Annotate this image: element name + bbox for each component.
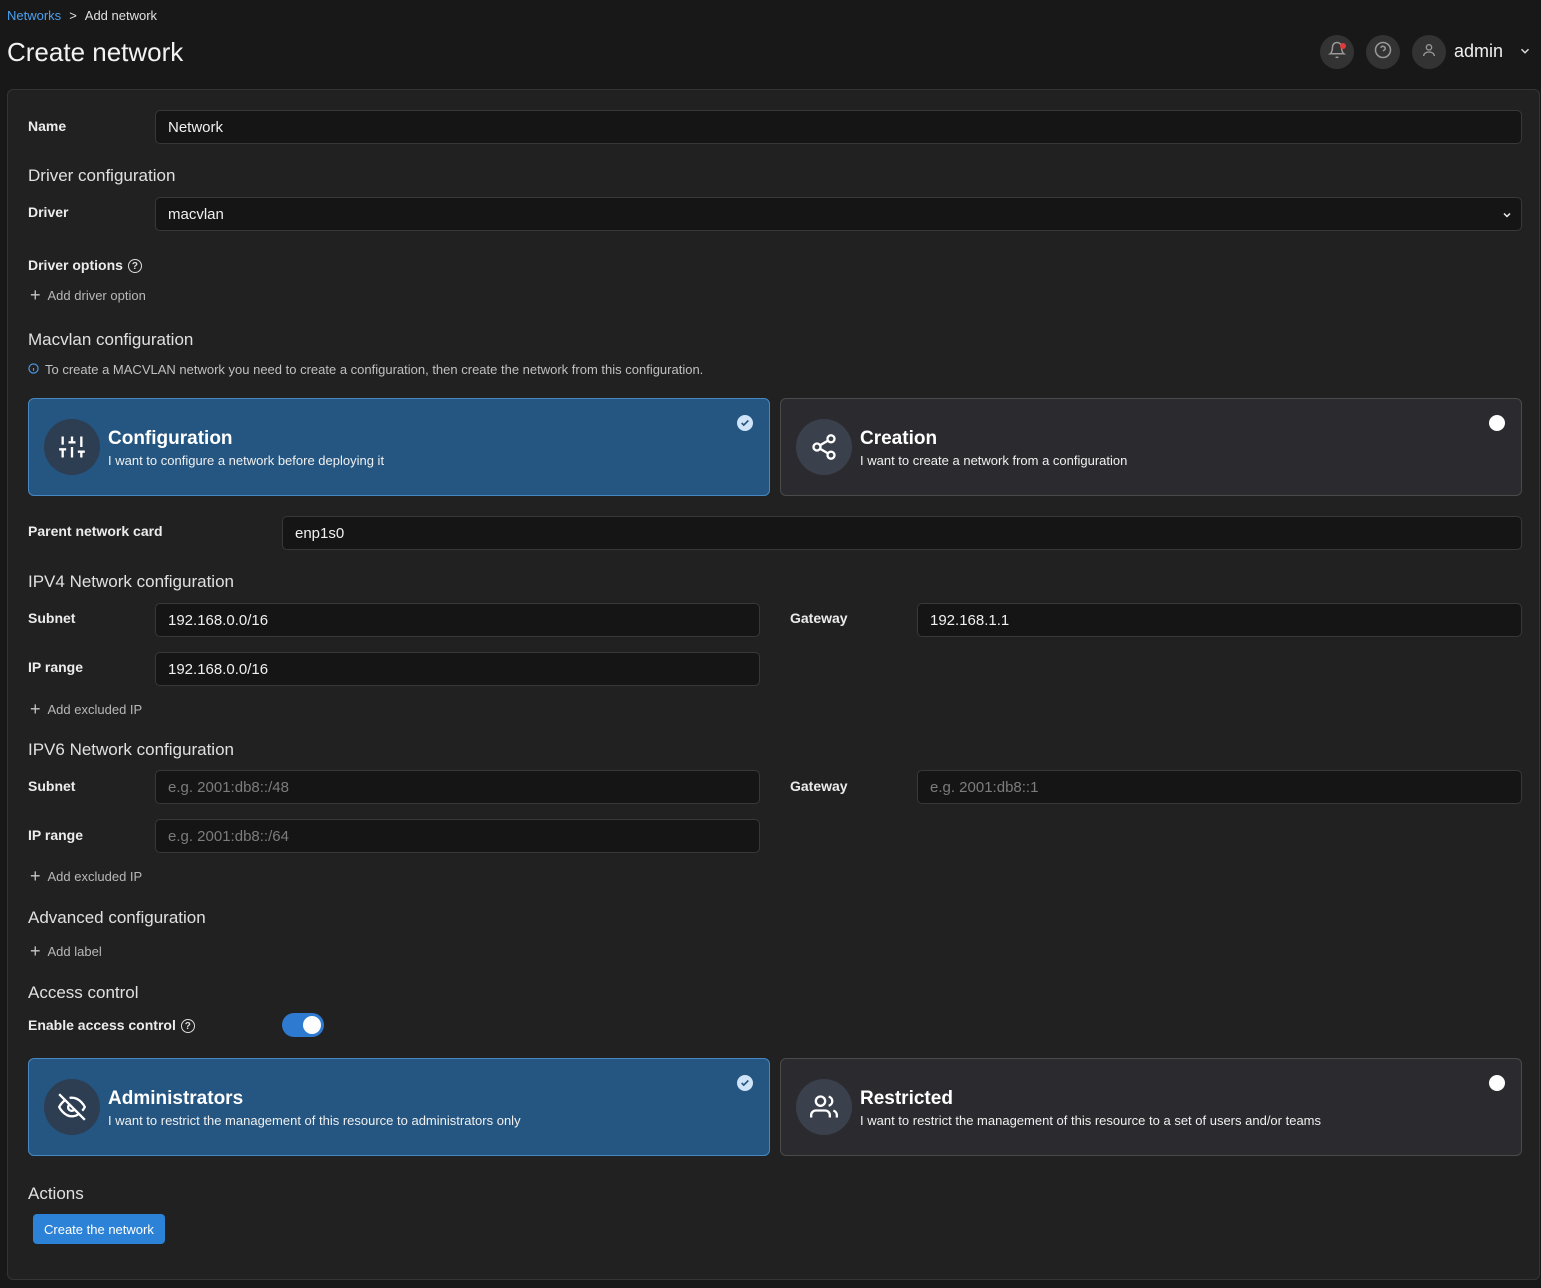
user-icon — [1421, 42, 1437, 63]
share-icon — [796, 419, 852, 475]
ipv6-range-input[interactable]: e.g. 2001:db8::/64 — [155, 819, 760, 853]
eye-off-icon — [44, 1079, 100, 1135]
add-excluded-label: Add excluded IP — [47, 701, 143, 717]
toggle-knob — [303, 1016, 321, 1034]
ipv4-section-title: IPV4 Network configuration — [28, 572, 234, 591]
chevron-down-icon — [1501, 208, 1513, 225]
actions-section-title: Actions — [28, 1184, 84, 1203]
ipv4-gateway-label: Gateway — [790, 610, 848, 626]
create-network-button[interactable]: Create the network — [33, 1214, 165, 1244]
chevron-down-icon[interactable] — [1518, 44, 1532, 63]
breadcrumb-separator: > — [69, 8, 77, 23]
add-driver-option-button[interactable]: + Add driver option — [30, 286, 146, 304]
ipv6-gateway-label: Gateway — [790, 778, 848, 794]
add-excluded-label: Add excluded IP — [47, 868, 143, 884]
card-title: Administrators — [108, 1088, 244, 1109]
macvlan-option-configuration[interactable]: Configuration I want to configure a netw… — [28, 398, 770, 496]
ipv6-subnet-input[interactable]: e.g. 2001:db8::/48 — [155, 770, 760, 804]
avatar[interactable] — [1412, 35, 1446, 69]
ipv6-section-title: IPV6 Network configuration — [28, 740, 234, 759]
radio-button[interactable] — [1489, 415, 1505, 431]
check-icon — [737, 1075, 753, 1091]
check-icon — [737, 415, 753, 431]
help-icon[interactable]: ? — [127, 259, 142, 274]
ipv4-range-label: IP range — [28, 659, 83, 675]
plus-icon: + — [30, 941, 41, 961]
sliders-icon — [44, 419, 100, 475]
driver-section-title: Driver configuration — [28, 166, 176, 185]
card-title: Creation — [860, 428, 938, 449]
parent-card-input[interactable]: enp1s0 — [282, 516, 1522, 550]
advanced-section-title: Advanced configuration — [28, 908, 206, 927]
macvlan-option-creation[interactable]: Creation I want to create a network from… — [780, 398, 1522, 496]
access-toggle-text: Enable access control — [28, 1017, 176, 1033]
access-toggle-label: Enable access control? — [28, 1017, 195, 1034]
add-label-text: Add label — [47, 943, 102, 959]
radio-button[interactable] — [1489, 1075, 1505, 1091]
name-label: Name — [28, 118, 67, 134]
ipv6-subnet-label: Subnet — [28, 778, 76, 794]
ipv6-add-excluded-ip-button[interactable]: + Add excluded IP — [30, 867, 142, 885]
access-control-toggle[interactable] — [282, 1013, 324, 1037]
card-title: Configuration — [108, 428, 233, 449]
name-input[interactable]: Network — [155, 110, 1522, 144]
macvlan-info-text: To create a MACVLAN network you need to … — [45, 362, 704, 377]
driver-options-text: Driver options — [28, 257, 123, 273]
driver-select-value: macvlan — [168, 205, 224, 223]
card-subtitle: I want to restrict the management of thi… — [860, 1113, 1321, 1128]
ipv6-gateway-input[interactable]: e.g. 2001:db8::1 — [917, 770, 1522, 804]
add-label-button[interactable]: + Add label — [30, 942, 102, 960]
macvlan-info: To create a MACVLAN network you need to … — [28, 362, 703, 377]
ipv6-range-label: IP range — [28, 827, 83, 843]
access-section-title: Access control — [28, 983, 139, 1002]
breadcrumb: Networks > Add network — [7, 8, 157, 23]
breadcrumb-current: Add network — [84, 8, 158, 23]
add-driver-option-label: Add driver option — [47, 287, 146, 303]
breadcrumb-networks-link[interactable]: Networks — [7, 8, 61, 23]
help-icon[interactable]: ? — [180, 1019, 195, 1034]
access-option-administrators[interactable]: Administrators I want to restrict the ma… — [28, 1058, 770, 1156]
card-subtitle: I want to configure a network before dep… — [108, 453, 385, 468]
access-option-restricted[interactable]: Restricted I want to restrict the manage… — [780, 1058, 1522, 1156]
parent-card-label: Parent network card — [28, 523, 163, 539]
driver-select[interactable]: macvlan — [155, 197, 1522, 231]
ipv4-subnet-label: Subnet — [28, 610, 76, 626]
ipv4-gateway-input[interactable]: 192.168.1.1 — [917, 603, 1522, 637]
notification-dot — [1340, 43, 1346, 49]
macvlan-section-title: Macvlan configuration — [28, 330, 194, 349]
card-title: Restricted — [860, 1088, 953, 1109]
users-icon — [796, 1079, 852, 1135]
help-icon — [1374, 41, 1392, 64]
plus-icon: + — [30, 699, 41, 719]
plus-icon: + — [30, 285, 41, 305]
plus-icon: + — [30, 866, 41, 886]
user-menu-label[interactable]: admin — [1454, 41, 1503, 62]
driver-label: Driver — [28, 204, 69, 220]
page-title: Create network — [7, 37, 184, 67]
ipv4-add-excluded-ip-button[interactable]: + Add excluded IP — [30, 700, 142, 718]
driver-options-label: Driver options? — [28, 257, 142, 274]
help-button[interactable] — [1366, 35, 1400, 69]
ipv4-range-input[interactable]: 192.168.0.0/16 — [155, 652, 760, 686]
card-subtitle: I want to restrict the management of thi… — [108, 1113, 521, 1128]
notifications-button[interactable] — [1320, 35, 1354, 69]
info-icon — [28, 362, 39, 377]
card-subtitle: I want to create a network from a config… — [860, 453, 1128, 468]
ipv4-subnet-input[interactable]: 192.168.0.0/16 — [155, 603, 760, 637]
